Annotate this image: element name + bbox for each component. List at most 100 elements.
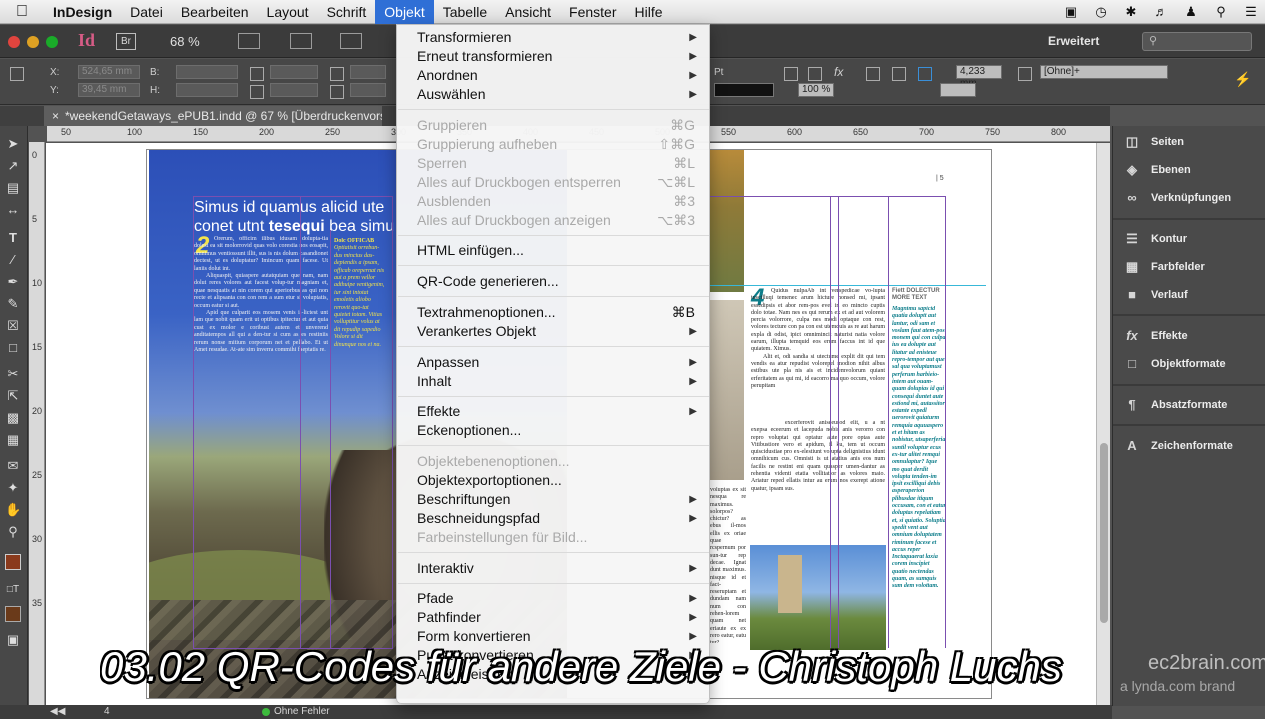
menu-item-anpassen[interactable]: Anpassen ▶ (397, 353, 709, 372)
type-tool-icon[interactable]: T (5, 230, 21, 246)
page-number-field[interactable]: 4 (104, 706, 110, 717)
panel-seiten[interactable]: ◫ Seiten (1121, 131, 1261, 153)
menu-item-effekte[interactable]: Effekte ▶ (397, 402, 709, 421)
user-icon[interactable]: ♟ (1183, 5, 1199, 19)
menu-objekt[interactable]: Objekt (375, 0, 434, 24)
zoom-window-button[interactable] (46, 36, 58, 48)
right-body-text-1[interactable]: Quidus nulpaAb int verspedicae vo-lupta … (751, 288, 885, 418)
menu-app-indesign[interactable]: InDesign (44, 0, 121, 24)
corner-size-field[interactable]: 4,233 mm (956, 65, 1002, 89)
scissors-tool-icon[interactable]: ✂ (5, 366, 21, 382)
menu-item-auswählen[interactable]: Auswählen ▶ (397, 85, 709, 104)
rotate-field[interactable] (350, 65, 386, 79)
align-icon[interactable] (892, 67, 906, 81)
menu-item-beschriftungen[interactable]: Beschriftungen ▶ (397, 490, 709, 509)
menu-fenster[interactable]: Fenster (560, 0, 625, 24)
menu-item-objektexportoptionen[interactable]: Objektexportoptionen... (397, 471, 709, 490)
menu-schrift[interactable]: Schrift (318, 0, 376, 24)
menu-item-interaktiv[interactable]: Interaktiv ▶ (397, 559, 709, 578)
zoom-level-select[interactable]: 68 % (170, 34, 200, 49)
scrollbar-thumb[interactable] (1100, 443, 1108, 623)
gradient-feather-tool-icon[interactable]: ▦ (5, 432, 21, 448)
menu-item-pathfinder[interactable]: Pathfinder ▶ (397, 608, 709, 627)
rectangle-frame-tool-icon[interactable]: ☒ (5, 318, 21, 334)
menu-item-erneut-transformieren[interactable]: Erneut transformieren ▶ (397, 47, 709, 66)
screen-mode-icon[interactable] (290, 33, 312, 49)
scale-x-field[interactable] (270, 65, 318, 79)
menu-hilfe[interactable]: Hilfe (626, 0, 672, 24)
corner-shape-select[interactable] (940, 83, 976, 97)
first-page-icon[interactable]: ◀◀ (50, 706, 65, 717)
menu-ansicht[interactable]: Ansicht (496, 0, 560, 24)
left-body-text[interactable]: Orerum, officim ilibus idusam dolupta-ti… (194, 236, 328, 414)
view-options-icon[interactable] (238, 33, 260, 49)
panel-verlauf[interactable]: ■ Verlauf (1121, 284, 1261, 306)
right-body-text-3[interactable]: voluptas ex sit nesqua re maximus. solor… (710, 487, 746, 643)
menu-layout[interactable]: Layout (258, 0, 318, 24)
height-field[interactable] (176, 83, 238, 97)
scale-x-icon[interactable] (250, 67, 264, 81)
image-frame-middle[interactable] (710, 300, 744, 480)
y-position-field[interactable]: 39,45 mm (78, 83, 140, 97)
bluetooth-icon[interactable]: ✱ (1123, 5, 1139, 19)
scale-y-icon[interactable] (250, 85, 264, 99)
right-body-text-2[interactable]: excerferovit aniseeusod elit, u a nt exe… (751, 420, 885, 532)
display-icon[interactable]: ▣ (1063, 5, 1079, 19)
menu-datei[interactable]: Datei (121, 0, 172, 24)
panel-effekte[interactable]: fx Effekte (1121, 325, 1261, 347)
x-position-field[interactable]: 524,65 mm (78, 65, 140, 79)
object-style-select[interactable]: [Ohne]+ (1040, 65, 1168, 79)
search-input[interactable]: ⚲ (1142, 32, 1252, 51)
menu-item-qr-code-generieren[interactable]: QR-Code generieren... (397, 272, 709, 291)
panel-absatzformate[interactable]: ¶ Absatzformate (1121, 394, 1261, 416)
menu-item-transformieren[interactable]: Transformieren ▶ (397, 28, 709, 47)
minimize-window-button[interactable] (27, 36, 39, 48)
menu-bearbeiten[interactable]: Bearbeiten (172, 0, 258, 24)
sidebar-text-yellow[interactable]: Dolc OFFICAB Optiatisit orrebun-dus minc… (334, 238, 386, 349)
apple-icon[interactable]:  (0, 3, 44, 21)
scale-y-field[interactable] (270, 83, 318, 97)
text-wrap-icon[interactable] (866, 67, 880, 81)
image-frame-top[interactable] (710, 150, 744, 292)
menu-item-beschneidungspfad[interactable]: Beschneidungspfad ▶ (397, 509, 709, 528)
menu-item-eckenoptionen[interactable]: Eckenoptionen... (397, 421, 709, 440)
workspace-switcher[interactable]: Erweitert (1048, 34, 1099, 48)
menu-item-html-einfügen[interactable]: HTML einfügen... (397, 241, 709, 260)
vertical-scrollbar[interactable] (1096, 143, 1110, 705)
gradient-swatch-tool-icon[interactable]: ▩ (5, 410, 21, 426)
fill-stroke-swatch-icon[interactable] (5, 554, 21, 570)
close-window-button[interactable] (8, 36, 20, 48)
menu-item-inhalt[interactable]: Inhalt ▶ (397, 372, 709, 391)
gap-tool-icon[interactable]: ↔ (5, 202, 21, 218)
preflight-status-text[interactable]: Ohne Fehler (274, 706, 330, 717)
fx-icon[interactable]: fx (834, 65, 843, 79)
page-tool-icon[interactable]: ▤ (5, 180, 21, 196)
castle-image[interactable] (750, 545, 886, 650)
spotlight-icon[interactable]: ⚲ (1213, 5, 1229, 19)
spread-headline[interactable]: Simus id quamus alicid ute conet utnt te… (194, 198, 394, 236)
stroke-type-select[interactable] (714, 83, 774, 97)
fit-frame-icon[interactable] (918, 67, 932, 81)
formatting-container-icon[interactable]: □T (5, 582, 21, 598)
stroke-icon[interactable] (808, 67, 822, 81)
tab-document[interactable]: × *weekendGetaways_ePUB1.indd @ 67 % [Übe… (44, 106, 382, 126)
opacity-field[interactable]: 100 % (798, 83, 834, 97)
panel-farbfelder[interactable]: ▦ Farbfelder (1121, 256, 1261, 278)
panel-kontur[interactable]: ☰ Kontur (1121, 228, 1261, 250)
panel-verknuepfungen[interactable]: ∞ Verknüpfungen (1121, 187, 1261, 209)
teal-sidebar-text[interactable]: Magnimu sapicid quatia doluptt aut lantu… (892, 306, 946, 646)
bridge-button[interactable]: Br (116, 33, 136, 50)
object-style-icon[interactable] (1018, 67, 1032, 81)
volume-icon[interactable]: ♬ (1153, 5, 1169, 19)
rotate-icon[interactable] (330, 67, 344, 81)
apply-color-icon[interactable] (5, 606, 21, 622)
selection-tool-icon[interactable]: ➤ (5, 136, 21, 152)
menu-item-verankertes-objekt[interactable]: Verankertes Objekt ▶ (397, 322, 709, 341)
hand-tool-icon[interactable]: ✋ (5, 502, 21, 518)
screen-mode-tool-icon[interactable]: ▣ (5, 632, 21, 648)
pen-tool-icon[interactable]: ✒ (5, 274, 21, 290)
close-tab-icon[interactable]: × (52, 109, 59, 123)
panel-objektformate[interactable]: □ Objektformate (1121, 353, 1261, 375)
shear-icon[interactable] (330, 85, 344, 99)
eyedropper-tool-icon[interactable]: ✦ (5, 480, 21, 496)
